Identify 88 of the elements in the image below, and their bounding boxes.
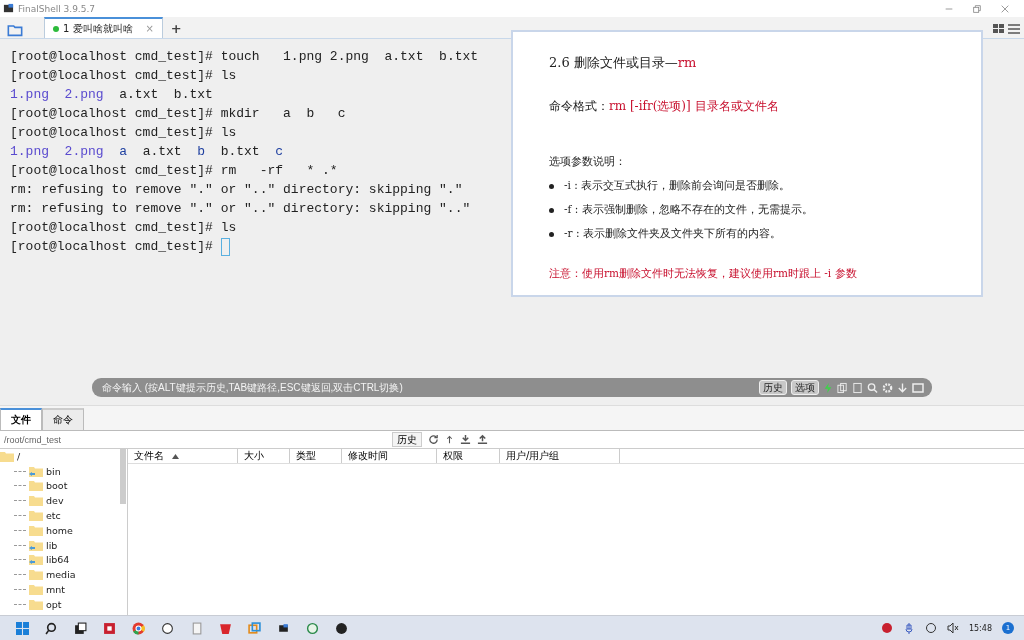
terminal-app-icon[interactable] [277,621,290,635]
column-header[interactable]: 大小 [238,449,290,463]
terminal-line: [root@localhost cmd_test]# ls [10,124,237,142]
command-format: 命令格式：rm [-ifr(选项)] 目录名或文件名 [549,98,780,115]
folder-icon [29,569,43,581]
tree-item[interactable]: lib [0,537,127,553]
history-button[interactable]: 历史 [392,432,422,447]
command-bar-button[interactable]: 选项 [791,380,819,395]
square-app-icon[interactable] [103,621,116,635]
document-heading: 2.6 删除文件或目录—rm [549,54,698,72]
restore-icon[interactable] [972,3,982,14]
refresh-icon[interactable] [428,434,439,445]
terminal-line: [root@localhost cmd_test]# mkdir a b c [10,105,346,123]
tree-item[interactable]: bin [0,463,127,479]
session-tab[interactable]: 1 爱叫啥就叫啥 × [44,17,163,38]
clock-time[interactable]: 15:48 [968,623,992,633]
tab-label: 爱叫啥就叫啥 [73,21,134,36]
option-text: -i : 表示交互式执行，删除前会询问是否删除。 [564,179,791,193]
column-header[interactable]: 权限 [437,449,500,463]
folder-icon [29,480,43,492]
tree-item[interactable]: lib64 [0,552,127,568]
list-view-icon[interactable] [1008,23,1020,35]
panel-tab[interactable]: 命令 [42,408,84,430]
terminal-line: 1.png 2.png a a.txt b b.txt c [10,143,284,161]
arrow-up-icon[interactable] [445,434,454,445]
recorder-icon[interactable] [880,622,893,634]
download-icon[interactable] [460,434,471,445]
column-header[interactable]: 修改时间 [342,449,437,463]
virtual-machine-icon[interactable] [248,621,261,635]
tree-item[interactable]: etc [0,508,127,523]
folder-icon [29,510,43,522]
command-bar[interactable]: 命令输入 (按ALT键提示历史,TAB键路径,ESC键返回,双击CTRL切换) 历史 选项 [92,378,932,397]
folder-icon [29,584,43,596]
option-text: -r : 表示删除文件夹及文件夹下所有的内容。 [564,227,781,241]
search-icon[interactable] [45,621,58,635]
start-icon[interactable] [16,621,29,635]
folder-link-icon [29,539,43,551]
command-bar-button[interactable]: 历史 [759,380,787,395]
terminal-line: [root@localhost cmd_test]# ls [10,219,237,237]
terminal-line: [root@localhost cmd_test]# [10,237,230,256]
tree-item[interactable]: mnt [0,582,127,597]
settings-icon[interactable] [882,381,893,394]
folder-icon [29,524,43,536]
terminal-line: rm: refusing to remove "." or ".." directory: skipping ".." [10,200,471,218]
options-title: 选项参数说明： [549,155,627,169]
bullet-dot [549,231,554,237]
panel-tab[interactable]: 文件 [0,408,42,430]
column-header[interactable]: 用户/用户组 [500,449,620,463]
document-app-icon[interactable] [190,621,203,635]
tree-item[interactable]: media [0,567,127,583]
tree-item[interactable]: / [0,449,127,464]
option-text: -f : 表示强制删除，忽略不存在的文件，无需提示。 [564,203,813,217]
command-input[interactable]: 命令输入 (按ALT键提示历史,TAB键路径,ESC键返回,双击CTRL切换) [100,381,755,394]
copy-icon[interactable] [837,381,848,394]
bullet-dot [549,207,554,213]
speaker-muted-icon[interactable] [946,622,959,634]
sort-ascending-icon [172,453,179,459]
folder-link-icon [29,465,43,477]
terminal-line: [root@localhost cmd_test]# touch 1.png 2.png a.txt b.txt [10,48,479,66]
tree-item[interactable]: boot [0,478,127,494]
app-logo-icon [3,3,14,14]
folder-icon [29,495,43,507]
folder-icon [29,598,43,610]
bullet-dot [549,183,554,189]
add-tab-button[interactable]: + [170,21,182,36]
folder-link-icon [29,554,43,566]
column-header[interactable]: 类型 [290,449,342,463]
arrow-down-icon[interactable] [897,381,908,394]
browser-icon[interactable] [132,621,145,635]
tab-number: 1 [63,23,70,34]
window-title: FinalShell 3.9.5.7 [18,3,96,14]
tree-item[interactable]: home [0,523,127,538]
column-header[interactable]: 文件名 [128,449,238,463]
warning-note: 注意：使用rm删除文件时无法恢复，建议使用rm时跟上 -i 参数 [549,267,858,281]
tree-item[interactable]: opt [0,596,127,612]
folder-open-icon[interactable] [6,22,24,38]
tree-item[interactable]: dev [0,493,127,509]
terminal-line: 1.png 2.png a.txt b.txt [10,86,213,104]
grid-view-icon[interactable] [993,23,1005,35]
close-icon[interactable] [1000,3,1010,14]
microphone-icon[interactable] [902,622,915,634]
upload-icon[interactable] [477,434,488,445]
terminal-line: rm: refusing to remove "." or ".." directory: skipping "." [10,181,463,199]
task-view-icon[interactable] [74,621,87,635]
terminal-line: [root@localhost cmd_test]# rm -rf * .* [10,162,338,180]
window-icon[interactable] [912,381,924,394]
terminal-line: [root@localhost cmd_test]# ls [10,67,237,85]
text-cursor [220,237,230,256]
